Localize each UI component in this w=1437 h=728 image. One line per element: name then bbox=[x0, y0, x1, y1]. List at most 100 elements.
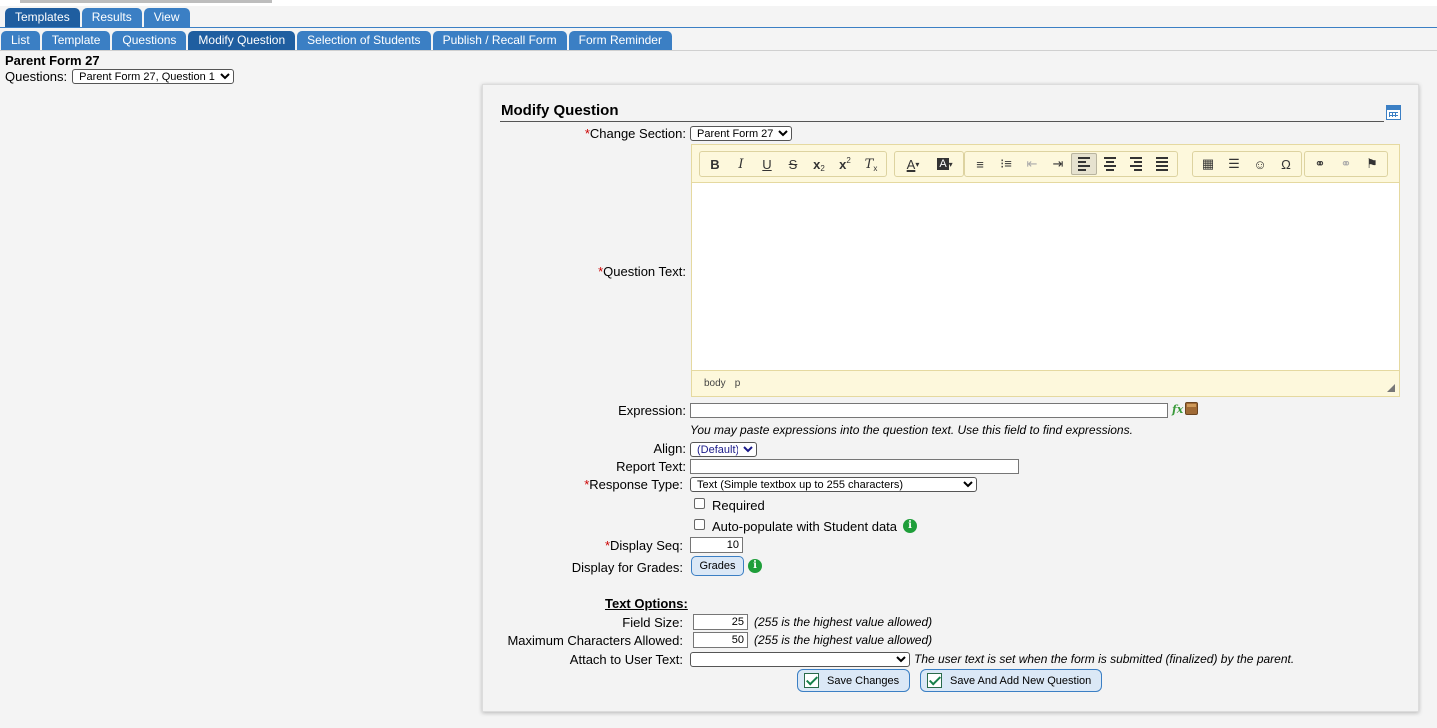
tab-divider bbox=[0, 27, 1437, 28]
change-section-select[interactable]: Parent Form 27 bbox=[690, 126, 792, 141]
text-color-icon[interactable]: A ▾ bbox=[897, 153, 929, 175]
unlink-icon[interactable]: ⚭ bbox=[1333, 153, 1359, 175]
display-seq-input[interactable] bbox=[690, 537, 743, 553]
superscript-icon[interactable]: x2 bbox=[832, 153, 858, 175]
expression-box-icon[interactable] bbox=[1185, 402, 1198, 415]
save-changes-label: Save Changes bbox=[827, 674, 900, 687]
change-section-label: *Change Section: bbox=[585, 126, 686, 141]
field-size-hint: (255 is the highest value allowed) bbox=[754, 615, 933, 629]
checkmark-icon bbox=[927, 673, 942, 688]
response-type-select[interactable]: Text (Simple textbox up to 255 character… bbox=[690, 477, 977, 492]
align-center-icon[interactable] bbox=[1097, 153, 1123, 175]
report-text-input[interactable] bbox=[690, 459, 1019, 474]
special-char-icon[interactable]: Ω bbox=[1273, 153, 1299, 175]
attach-label: Attach to User Text: bbox=[569, 652, 683, 667]
modify-question-panel: Modify Question *Change Section: Parent … bbox=[482, 84, 1419, 712]
horizontal-rule-icon[interactable]: ☰ bbox=[1221, 153, 1247, 175]
report-text-label: Report Text: bbox=[616, 459, 686, 474]
sub-tabs: List Template Questions Modify Question … bbox=[1, 31, 672, 50]
editor-body[interactable] bbox=[692, 184, 1399, 370]
subscript-icon[interactable]: x2 bbox=[806, 153, 832, 175]
expression-label: Expression: bbox=[618, 403, 686, 418]
format-group: B I U S x2 x2 Tx bbox=[699, 151, 887, 177]
underline-icon[interactable]: U bbox=[754, 153, 780, 175]
align-select[interactable]: (Default) bbox=[690, 442, 757, 457]
path-body[interactable]: body bbox=[704, 378, 726, 389]
grades-button[interactable]: Grades bbox=[691, 556, 744, 576]
field-size-label: Field Size: bbox=[622, 615, 683, 630]
list-align-group: ≡ ⁝≡ ⇤ ⇥ bbox=[964, 151, 1178, 177]
anchor-flag-icon[interactable]: ⚑ bbox=[1359, 153, 1385, 175]
align-left-icon[interactable] bbox=[1071, 153, 1097, 175]
max-chars-input[interactable] bbox=[693, 632, 748, 648]
clear-format-icon[interactable]: Tx bbox=[858, 153, 884, 175]
question-text-label-text: Question Text: bbox=[603, 264, 686, 279]
tab-questions[interactable]: Questions bbox=[112, 31, 187, 50]
save-changes-button[interactable]: Save Changes bbox=[797, 669, 911, 692]
main-tabs: Templates Results View bbox=[5, 8, 190, 27]
info-icon[interactable]: i bbox=[748, 559, 762, 573]
required-label: Required bbox=[712, 498, 765, 513]
question-text-editor: B I U S x2 x2 Tx A ▾ A ▾ ≡ ⁝≡ ⇤ ⇥ ▦ ☰ ☺ … bbox=[691, 144, 1400, 397]
expression-hint: You may paste expressions into the quest… bbox=[690, 423, 1133, 437]
checkmark-icon bbox=[804, 673, 819, 688]
attach-hint: The user text is set when the form is su… bbox=[914, 652, 1295, 666]
tab-results[interactable]: Results bbox=[81, 8, 142, 27]
path-p[interactable]: p bbox=[735, 378, 741, 389]
question-text-label: *Question Text: bbox=[598, 264, 686, 279]
subtab-divider bbox=[0, 50, 1437, 51]
response-type-label-text: Response Type: bbox=[589, 477, 683, 492]
questions-label: Questions: bbox=[5, 69, 68, 84]
color-group: A ▾ A ▾ bbox=[894, 151, 964, 177]
smiley-icon[interactable]: ☺ bbox=[1247, 153, 1273, 175]
table-icon[interactable]: ▦ bbox=[1195, 153, 1221, 175]
field-size-input[interactable] bbox=[693, 614, 748, 630]
tab-template[interactable]: Template bbox=[41, 31, 111, 50]
save-add-new-button[interactable]: Save And Add New Question bbox=[920, 669, 1103, 692]
tab-list[interactable]: List bbox=[1, 31, 40, 50]
strikethrough-icon[interactable]: S bbox=[780, 153, 806, 175]
indent-icon[interactable]: ⇥ bbox=[1045, 153, 1071, 175]
top-scroll-indicator bbox=[20, 0, 272, 3]
bold-icon[interactable]: B bbox=[702, 153, 728, 175]
attach-select[interactable] bbox=[690, 652, 910, 667]
tab-view[interactable]: View bbox=[143, 8, 190, 27]
display-grades-label: Display for Grades: bbox=[571, 560, 683, 575]
editor-path: body p bbox=[692, 370, 1399, 396]
outdent-icon[interactable]: ⇤ bbox=[1019, 153, 1045, 175]
change-section-label-text: Change Section: bbox=[589, 126, 686, 141]
questions-select[interactable]: Parent Form 27, Question 1 bbox=[72, 69, 235, 84]
editor-toolbar: B I U S x2 x2 Tx A ▾ A ▾ ≡ ⁝≡ ⇤ ⇥ ▦ ☰ ☺ … bbox=[692, 145, 1399, 183]
calendar-icon[interactable] bbox=[1386, 105, 1401, 120]
max-chars-hint: (255 is the highest value allowed) bbox=[754, 633, 933, 647]
tab-publish-recall-form[interactable]: Publish / Recall Form bbox=[432, 31, 567, 50]
response-type-label: *Response Type: bbox=[584, 477, 683, 492]
required-checkbox[interactable] bbox=[694, 498, 705, 509]
italic-icon[interactable]: I bbox=[728, 153, 754, 175]
numbered-list-icon[interactable]: ≡ bbox=[967, 153, 993, 175]
tab-modify-question[interactable]: Modify Question bbox=[188, 31, 296, 50]
link-group: ⚭ ⚭ ⚑ bbox=[1304, 151, 1388, 177]
tab-selection-of-students[interactable]: Selection of Students bbox=[297, 31, 431, 50]
questions-row: Questions: Parent Form 27, Question 1 bbox=[5, 69, 235, 84]
align-label: Align: bbox=[653, 441, 686, 456]
tab-form-reminder[interactable]: Form Reminder bbox=[568, 31, 672, 50]
background-color-icon[interactable]: A ▾ bbox=[929, 153, 961, 175]
form-name: Parent Form 27 bbox=[5, 53, 100, 68]
display-seq-label: *Display Seq: bbox=[605, 538, 683, 553]
autopopulate-checkbox[interactable] bbox=[694, 519, 705, 530]
panel-title: Modify Question bbox=[501, 102, 619, 119]
justify-icon[interactable] bbox=[1149, 153, 1175, 175]
expression-input[interactable] bbox=[690, 403, 1168, 418]
autopopulate-label: Auto-populate with Student data bbox=[712, 519, 898, 534]
max-chars-label: Maximum Characters Allowed: bbox=[507, 633, 683, 648]
tab-templates[interactable]: Templates bbox=[5, 8, 80, 27]
function-icon[interactable]: fx bbox=[1172, 403, 1183, 416]
resize-handle-icon[interactable] bbox=[1387, 384, 1395, 392]
panel-title-rule bbox=[500, 121, 1384, 122]
text-options-title: Text Options: bbox=[605, 596, 688, 611]
align-right-icon[interactable] bbox=[1123, 153, 1149, 175]
link-icon[interactable]: ⚭ bbox=[1307, 153, 1333, 175]
info-icon[interactable]: i bbox=[903, 519, 917, 533]
bulleted-list-icon[interactable]: ⁝≡ bbox=[993, 153, 1019, 175]
